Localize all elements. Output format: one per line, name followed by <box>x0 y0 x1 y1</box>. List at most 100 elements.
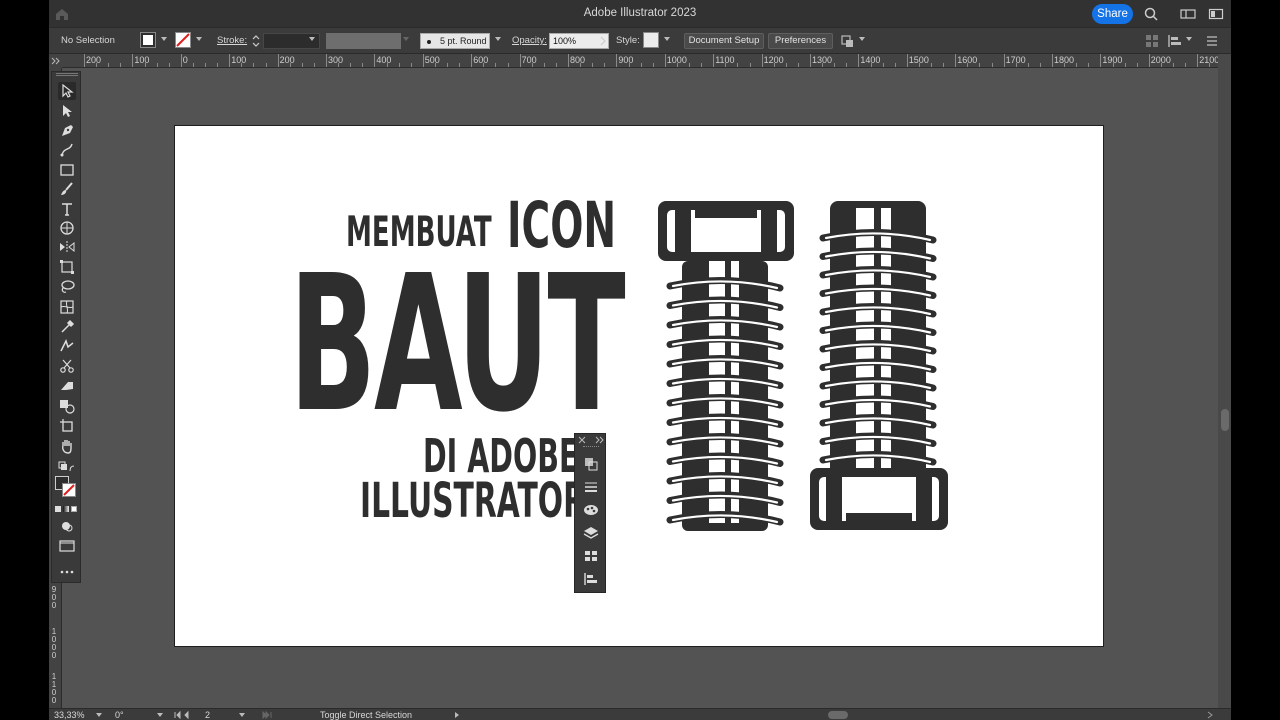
stroke-color-box[interactable] <box>62 483 76 497</box>
color-panel-icon[interactable] <box>583 502 599 518</box>
transform-panel-icon[interactable] <box>583 456 599 472</box>
artboard-caret[interactable] <box>239 713 245 717</box>
drawing-modes-icon[interactable] <box>58 518 76 532</box>
fill-swatch[interactable] <box>140 32 156 48</box>
selection-tool-icon[interactable] <box>58 82 76 100</box>
grid-view-icon[interactable] <box>1145 34 1159 48</box>
ruler-major-tick <box>277 54 279 67</box>
ruler-tick-label: 0 <box>182 55 188 65</box>
stroke-panel-icon[interactable] <box>583 479 599 495</box>
type-tool-icon[interactable] <box>58 200 76 218</box>
ruler-minor-tick <box>410 63 412 67</box>
shape-builder-tool-icon[interactable] <box>58 397 76 415</box>
opacity-expand-icon[interactable] <box>600 36 606 46</box>
vertical-scrollbar[interactable] <box>1218 54 1231 708</box>
reflect-tool-icon[interactable] <box>58 238 76 256</box>
ruler-major-tick <box>568 54 569 67</box>
status-menu-arrow-icon[interactable] <box>454 711 460 719</box>
scroll-right-icon[interactable] <box>1207 711 1213 719</box>
rotation-caret[interactable] <box>157 713 163 717</box>
stroke-dropdown-caret[interactable] <box>196 37 202 41</box>
brush-caret[interactable] <box>495 37 501 41</box>
rotation-value[interactable]: 0° <box>115 710 124 720</box>
dock-grip[interactable] <box>583 446 599 447</box>
horizontal-scroll-thumb[interactable] <box>828 711 848 719</box>
ruler-minor-tick <box>1088 63 1090 67</box>
ruler-minor-tick <box>398 63 400 67</box>
align-panel-dock-icon[interactable] <box>583 571 599 587</box>
ruler-tick-label: 600 <box>473 55 489 65</box>
screen-mode-icon[interactable] <box>58 537 76 555</box>
artboard-tool-icon[interactable] <box>58 417 76 435</box>
profile-caret[interactable] <box>403 37 409 41</box>
shaper-tool-icon[interactable] <box>58 219 76 237</box>
fill-dropdown-caret[interactable] <box>161 37 167 41</box>
ruler-origin[interactable] <box>49 54 62 68</box>
curvature-tool-icon[interactable] <box>58 141 76 159</box>
ruler-tick-label: 200 <box>279 55 295 65</box>
ruler-minor-tick <box>459 63 461 67</box>
zoom-caret[interactable] <box>96 713 102 717</box>
scissors-tool-icon[interactable] <box>58 357 76 375</box>
mesh-tool-icon[interactable] <box>58 298 76 316</box>
document-setup-button[interactable]: Document Setup <box>684 33 764 49</box>
zoom-level[interactable]: 33,33% <box>54 710 85 720</box>
ruler-major-tick <box>664 54 666 67</box>
next-last-artboard-icon[interactable] <box>257 711 277 719</box>
edit-toolbar-icon[interactable] <box>58 563 76 581</box>
stroke-weight-field[interactable] <box>263 33 320 49</box>
ruler-minor-tick <box>1185 63 1187 67</box>
hand-tool-icon[interactable] <box>58 437 76 455</box>
ruler-major-tick <box>326 54 327 67</box>
first-previous-artboard-icon[interactable] <box>174 711 194 719</box>
horizontal-ruler[interactable]: 200 100 0 100 200 300 400 500 600 700 800 900 1000 11… <box>62 54 1218 68</box>
ruler-minor-tick <box>495 63 497 67</box>
arrange-icon[interactable] <box>840 33 856 49</box>
opacity-label[interactable]: Opacity: <box>512 33 547 49</box>
brush-definition-field[interactable]: 5 pt. Round <box>420 33 490 49</box>
preferences-button[interactable]: Preferences <box>768 33 833 49</box>
free-transform-tool-icon[interactable] <box>58 258 76 276</box>
opacity-value: 100% <box>553 36 577 46</box>
stroke-weight-caret[interactable] <box>309 37 315 41</box>
stroke-swatch[interactable] <box>175 32 191 48</box>
direct-selection-tool-icon[interactable] <box>58 102 76 120</box>
layers-panel-icon[interactable] <box>583 525 599 541</box>
ruler-major-tick <box>84 54 85 67</box>
ruler-major-tick <box>132 54 134 67</box>
vertical-scroll-thumb[interactable] <box>1221 409 1229 431</box>
close-panel-icon[interactable] <box>578 436 586 444</box>
color-mode-buttons[interactable] <box>55 506 77 512</box>
arrange-caret[interactable] <box>859 37 865 41</box>
swatches-panel-icon[interactable] <box>583 548 599 564</box>
ruler-minor-tick <box>350 63 352 67</box>
lasso-tool-icon[interactable] <box>58 278 76 296</box>
graphic-style-swatch[interactable] <box>643 32 659 48</box>
arrange-documents-icon[interactable] <box>1180 6 1196 22</box>
eraser-tool-icon[interactable] <box>58 377 76 395</box>
share-button[interactable]: Share <box>1092 4 1133 24</box>
artboard-number[interactable]: 2 <box>205 710 210 720</box>
stroke-label[interactable]: Stroke: <box>217 33 247 49</box>
expand-panels-icon[interactable] <box>595 436 604 444</box>
blend-tool-icon[interactable] <box>58 337 76 355</box>
variable-width-profile-field[interactable] <box>326 33 401 49</box>
stroke-weight-stepper-icon[interactable] <box>251 33 261 49</box>
ruler-minor-tick <box>144 63 146 67</box>
artboard[interactable]: MEMBUAT ICON BAUT DI ADOBE ILLUSTRATOR <box>174 125 1104 647</box>
align-caret[interactable] <box>1186 37 1192 41</box>
default-colors-icon[interactable] <box>58 459 76 473</box>
panel-menu-icon[interactable] <box>1205 34 1219 48</box>
tools-panel-grip[interactable] <box>56 73 78 76</box>
ruler-tick-label: 700 <box>521 55 537 65</box>
style-caret[interactable] <box>664 37 670 41</box>
paintbrush-tool-icon[interactable] <box>58 180 76 198</box>
rectangle-tool-icon[interactable] <box>58 161 76 179</box>
align-panel-icon[interactable] <box>1167 33 1183 49</box>
ruler-minor-tick <box>628 63 630 67</box>
ruler-minor-tick <box>289 63 291 67</box>
search-icon[interactable] <box>1143 6 1159 22</box>
workspace-switcher-icon[interactable] <box>1208 6 1224 22</box>
pen-tool-icon[interactable] <box>58 122 76 140</box>
eyedropper-tool-icon[interactable] <box>58 318 76 336</box>
